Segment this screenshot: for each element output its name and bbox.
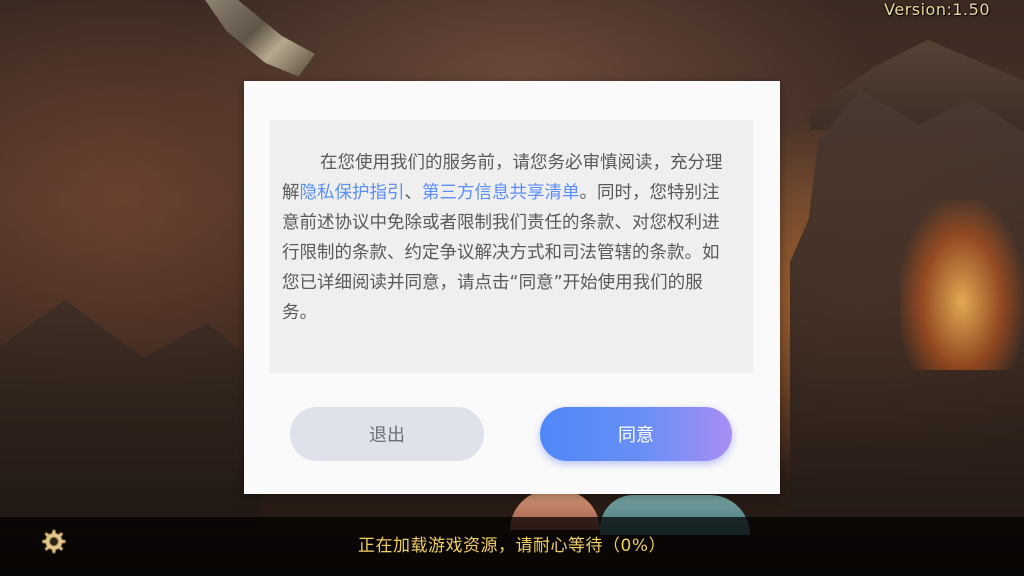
privacy-agreement-dialog: 在您使用我们的服务前，请您务必审慎阅读，充分理解隐私保护指引、第三方信息共享清单… <box>244 81 780 494</box>
link-separator: 、 <box>404 183 423 203</box>
exit-button[interactable]: 退出 <box>290 407 484 461</box>
game-screen: Version:1.50 在您使用我们的服务前，请您务必审慎阅读，充分理解隐私保… <box>0 0 1024 576</box>
agreement-text-part2: 。同时，您特别注意前述协议中免除或者限制我们责任的条款、对您权利进行限制的条款、… <box>282 183 720 323</box>
bottom-edge <box>0 570 1024 576</box>
loading-status-text: 正在加载游戏资源，请耐心等待（0%） <box>358 536 666 556</box>
privacy-policy-link[interactable]: 隐私保护指引 <box>300 183 405 203</box>
third-party-sharing-link[interactable]: 第三方信息共享清单 <box>422 183 580 203</box>
version-label: Version:1.50 <box>884 0 990 19</box>
loading-bar: 正在加载游戏资源，请耐心等待（0%） <box>0 517 1024 570</box>
agree-button[interactable]: 同意 <box>540 407 732 461</box>
agreement-text: 在您使用我们的服务前，请您务必审慎阅读，充分理解隐私保护指引、第三方信息共享清单… <box>270 120 753 373</box>
background-fire-glow <box>900 200 1024 370</box>
